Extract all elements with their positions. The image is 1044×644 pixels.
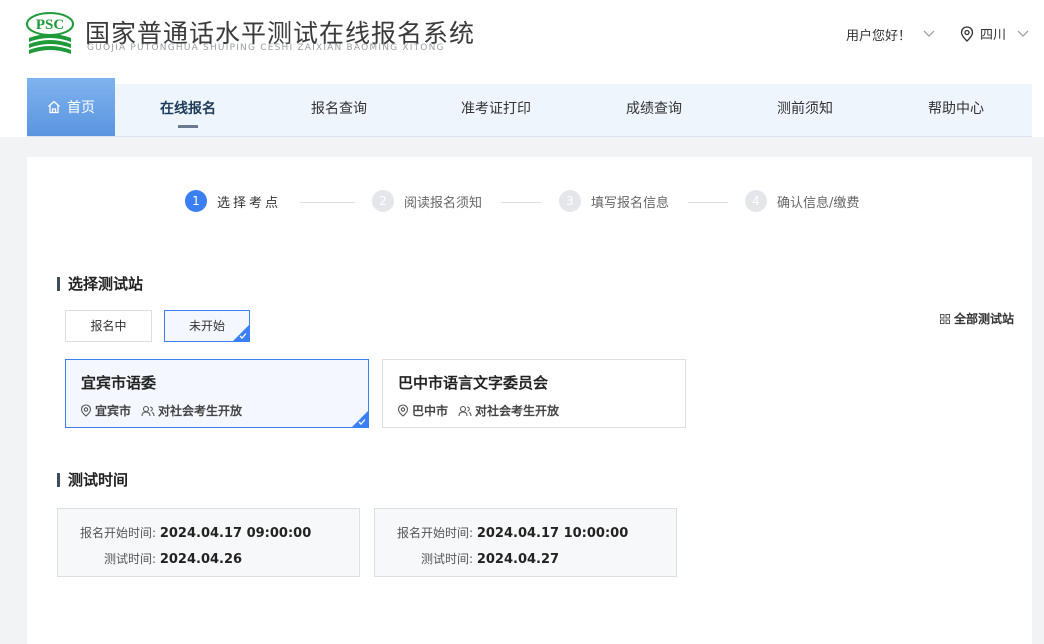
svg-text:PSC: PSC (36, 17, 64, 33)
nav-label: 报名查询 (311, 101, 367, 117)
location-pin-icon (80, 404, 92, 417)
step-label: 确认信息/缴费 (777, 195, 860, 211)
location-pin-icon (960, 25, 974, 42)
start-time-value: 2024.04.17 09:00:00 (159, 526, 312, 541)
tab-label: 未开始 (188, 319, 225, 333)
step-connector (688, 202, 728, 203)
station-city: 宜宾市 (95, 404, 132, 418)
start-time-label: 报名开始时间: (79, 526, 156, 540)
time-slot-card[interactable]: 报名开始时间: 2024.04.17 09:00:00 测试时间: 2024.0… (57, 508, 360, 577)
station-name: 巴中市语言文字委员会 (398, 374, 549, 392)
section-title-test-time: 测试时间 (57, 471, 128, 489)
nav-online-registration[interactable]: 在线报名 (133, 84, 243, 136)
nav-label: 帮助中心 (928, 101, 984, 117)
test-time-label: 测试时间: (420, 552, 473, 566)
header: PSC 国家普通话水平测试在线报名系统 GUOJIA PUTONGHUA SHU… (0, 0, 1044, 137)
station-card-yibin[interactable]: 宜宾市语委 宜宾市 对社会考生开放 (65, 359, 369, 428)
chevron-down-icon[interactable] (923, 30, 935, 38)
step-connector (300, 202, 355, 203)
nav-active-indicator (178, 125, 198, 128)
nav-admission-print[interactable]: 准考证打印 (441, 84, 551, 136)
step-label: 填写报名信息 (591, 195, 670, 211)
site-subtitle: GUOJIA PUTONGHUA SHUIPING CESHI ZAIXIAN … (87, 43, 445, 53)
tab-not-started[interactable]: 未开始 (164, 310, 250, 342)
nav-label: 准考证打印 (461, 101, 531, 117)
chevron-down-icon[interactable] (1017, 30, 1029, 38)
grid-icon (940, 313, 950, 324)
time-row-test: 测试时间: 2024.04.26 (58, 550, 359, 567)
check-icon (358, 419, 366, 425)
nav-home[interactable]: 首页 (27, 78, 115, 136)
start-time-label: 报名开始时间: (396, 526, 473, 540)
all-stations-link[interactable]: 全部测试站 (940, 310, 1014, 327)
time-row-start: 报名开始时间: 2024.04.17 10:00:00 (375, 524, 676, 541)
step-label: 选择考点 (217, 195, 282, 211)
location-pin-icon (397, 404, 409, 417)
users-icon (458, 405, 472, 416)
tab-label: 报名中 (90, 319, 127, 333)
nav-score-query[interactable]: 成绩查询 (599, 84, 709, 136)
nav-label: 成绩查询 (626, 101, 682, 117)
station-audience: 对社会考生开放 (158, 404, 243, 418)
station-name: 宜宾市语委 (81, 374, 157, 392)
test-time-value: 2024.04.27 (476, 552, 560, 567)
station-card-bazhong[interactable]: 巴中市语言文字委员会 巴中市 对社会考生开放 (382, 359, 686, 428)
step-fill-info: 3 填写报名信息 (559, 190, 669, 212)
time-row-start: 报名开始时间: 2024.04.17 09:00:00 (58, 524, 359, 541)
user-greeting[interactable]: 用户您好！ (846, 25, 911, 44)
step-number: 2 (372, 190, 394, 212)
station-meta: 宜宾市 对社会考生开放 (80, 402, 242, 419)
time-slot-card[interactable]: 报名开始时间: 2024.04.17 10:00:00 测试时间: 2024.0… (374, 508, 677, 577)
step-number: 1 (185, 190, 207, 212)
step-confirm-pay: 4 确认信息/缴费 (745, 190, 859, 212)
nav-registration-query[interactable]: 报名查询 (284, 84, 394, 136)
main-card: 1 选择考点 2 阅读报名须知 3 填写报名信息 4 确认信息/缴费 选择测试站… (27, 157, 1032, 644)
step-number: 4 (745, 190, 767, 212)
check-icon (239, 333, 247, 339)
station-meta: 巴中市 对社会考生开放 (397, 402, 559, 419)
step-read-notice: 2 阅读报名须知 (372, 190, 482, 212)
tab-registering[interactable]: 报名中 (65, 310, 152, 342)
start-time-value: 2024.04.17 10:00:00 (476, 526, 629, 541)
station-city: 巴中市 (412, 404, 449, 418)
location-selector[interactable]: 四川 (960, 24, 1006, 43)
location-label: 四川 (980, 28, 1007, 43)
step-connector (501, 202, 541, 203)
users-icon (141, 405, 155, 416)
nav-home-label: 首页 (67, 100, 95, 116)
time-row-test: 测试时间: 2024.04.27 (375, 550, 676, 567)
test-time-label: 测试时间: (103, 552, 156, 566)
psc-logo[interactable]: PSC (26, 12, 74, 58)
home-icon (48, 100, 60, 114)
step-select-site: 1 选择考点 (185, 190, 281, 212)
test-time-value: 2024.04.26 (159, 552, 243, 567)
nav-pretest-notice[interactable]: 测前须知 (750, 84, 860, 136)
nav-label: 测前须知 (777, 101, 833, 117)
nav-help-center[interactable]: 帮助中心 (901, 84, 1011, 136)
step-label: 阅读报名须知 (404, 195, 483, 211)
main-nav: 首页 在线报名 报名查询 准考证打印 成绩查询 测前须知 帮助中心 (27, 78, 1032, 137)
all-stations-label: 全部测试站 (954, 312, 1015, 326)
nav-label: 在线报名 (160, 101, 216, 117)
section-title-stations: 选择测试站 (57, 275, 143, 293)
step-number: 3 (559, 190, 581, 212)
station-audience: 对社会考生开放 (475, 404, 560, 418)
